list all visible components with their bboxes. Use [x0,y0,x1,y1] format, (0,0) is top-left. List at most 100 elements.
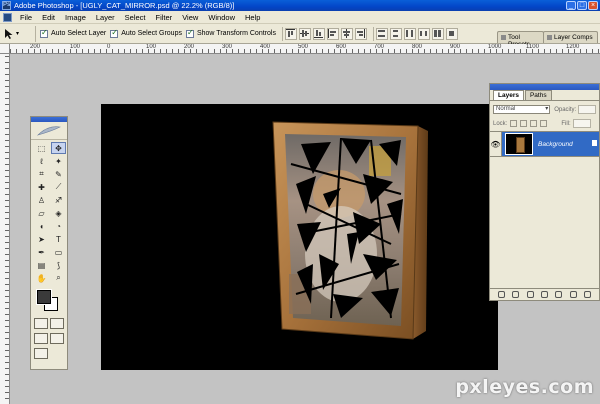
lock-transparency-icon[interactable] [510,120,518,127]
menu-help[interactable]: Help [240,13,265,22]
layer-style-icon[interactable] [512,291,520,298]
distribute-top-button[interactable] [375,27,388,40]
quick-mask-row [31,316,67,331]
full-screen-mode-icon[interactable] [50,333,64,344]
tool-grid: ⬚ ✥ ℓ ✦ ⌗ ✎ ✚ ⟋ ♙ ♐ ▱ ◈ ◖ ◔ ➤ T ✒ ▭ ▤ ⟆ … [31,140,67,286]
menu-filter[interactable]: Filter [151,13,178,22]
ruler-origin[interactable] [0,44,10,54]
foreground-color-swatch[interactable] [36,289,52,305]
align-vcenter-button[interactable] [298,27,311,40]
distribute-icon [420,31,428,36]
align-bottom-button[interactable] [312,27,325,40]
ruler-top[interactable]: 200 100 0 100 200 300 400 500 600 700 80… [10,44,600,54]
menu-edit[interactable]: Edit [37,13,60,22]
tool-preset-picker[interactable]: ▾ [4,25,36,42]
menu-view[interactable]: View [177,13,203,22]
checkbox-checked-icon [40,28,48,38]
lasso-tool-icon[interactable]: ℓ [34,155,49,167]
maximize-icon[interactable]: □ [577,1,587,10]
auto-select-layer-label: Auto Select Layer [51,30,107,37]
align-top-button[interactable] [284,27,297,40]
history-brush-tool-icon[interactable]: ♐ [51,194,66,206]
document-canvas[interactable] [101,104,498,370]
minimize-icon[interactable]: _ [566,1,576,10]
close-icon[interactable]: × [588,1,598,10]
pen-tool-icon[interactable]: ✒ [34,246,49,258]
eraser-tool-icon[interactable]: ▱ [34,207,49,219]
notes-tool-icon[interactable]: ▤ [34,259,49,271]
distribute-vcenter-button[interactable] [389,27,402,40]
opacity-input[interactable] [578,105,596,114]
new-group-icon[interactable] [555,291,563,298]
lock-pixels-icon[interactable] [520,120,528,127]
slice-tool-icon[interactable]: ✎ [51,168,66,180]
paint-bucket-tool-icon[interactable]: ◈ [51,207,66,219]
align-left-button[interactable] [326,27,339,40]
ruler-left[interactable] [0,44,10,404]
distribute-hcenter-button[interactable] [431,27,444,40]
dodge-tool-icon[interactable]: ◔ [51,220,66,232]
lock-all-icon[interactable] [540,120,548,127]
trash-icon[interactable] [584,291,592,298]
auto-select-groups-checkbox[interactable]: Auto Select Groups [110,28,182,38]
feather-logo-icon[interactable] [31,122,67,140]
menu-file[interactable]: File [15,13,37,22]
lock-position-icon[interactable] [530,120,538,127]
healing-brush-tool-icon[interactable]: ✚ [34,181,49,193]
show-transform-controls-label: Show Transform Controls [196,30,276,37]
app-menu-icon[interactable] [3,12,12,22]
layer-comps-tab[interactable]: Layer Comps [543,31,598,43]
auto-select-layer-checkbox[interactable]: Auto Select Layer [40,28,107,38]
clone-stamp-tool-icon[interactable]: ♙ [34,194,49,206]
layer-thumbnail [505,133,533,155]
lock-label: Lock: [493,120,508,127]
standard-mode-icon[interactable] [34,318,48,329]
align-bottom-icon [314,30,324,38]
link-layers-icon[interactable] [497,291,505,298]
layer-mask-icon[interactable] [526,291,534,298]
menu-layer[interactable]: Layer [91,13,120,22]
marquee-tool-icon[interactable]: ⬚ [34,142,49,154]
shape-tool-icon[interactable]: ▭ [51,246,66,258]
tab-layers[interactable]: Layers [493,90,524,100]
window-controls: _ □ × [566,1,598,10]
magic-wand-tool-icon[interactable]: ✦ [51,155,66,167]
adjustment-layer-icon[interactable] [540,291,548,298]
quick-mask-mode-icon[interactable] [50,318,64,329]
tool-presets-tab[interactable]: Tool Presets [497,31,544,48]
blend-mode-select[interactable]: Normal [493,105,551,114]
distribute-left-button[interactable] [417,27,430,40]
crop-tool-icon[interactable]: ⌗ [34,168,49,180]
opacity-label: Opacity: [554,106,577,113]
jump-to-imageready-icon[interactable] [34,348,48,359]
tab-paths[interactable]: Paths [524,90,552,100]
path-selection-tool-icon[interactable]: ➤ [34,233,49,245]
menu-image[interactable]: Image [60,13,91,22]
align-right-button[interactable] [354,27,367,40]
layer-row[interactable]: 👁 Background [490,131,599,157]
menu-select[interactable]: Select [120,13,151,22]
align-right-icon [357,29,366,38]
menu-window[interactable]: Window [203,13,240,22]
zoom-tool-icon[interactable]: ⌕ [51,272,66,284]
color-swatches [34,288,64,314]
distribute-right-button[interactable] [445,27,458,40]
checkbox-checked-icon [110,28,119,38]
fill-input[interactable] [572,119,591,128]
eye-icon[interactable]: 👁 [490,132,502,156]
new-layer-icon[interactable] [569,291,577,298]
move-tool-icon[interactable]: ✥ [51,142,66,154]
show-transform-controls-checkbox[interactable]: Show Transform Controls [185,28,276,38]
distribute-bottom-button[interactable] [403,27,416,40]
hand-tool-icon[interactable]: ✋ [34,272,49,284]
eyedropper-tool-icon[interactable]: ⟆ [51,259,66,271]
align-hcenter-button[interactable] [340,27,353,40]
distribute-icon [434,30,442,37]
type-tool-icon[interactable]: T [51,233,66,245]
lock-row: Lock: Fill: [490,118,599,129]
brush-tool-icon[interactable]: ⟋ [51,181,66,193]
screen-mode-row [31,331,67,346]
standard-screen-mode-icon[interactable] [34,333,48,344]
blur-tool-icon[interactable]: ◖ [34,220,49,232]
ruler-ticks [5,44,9,404]
